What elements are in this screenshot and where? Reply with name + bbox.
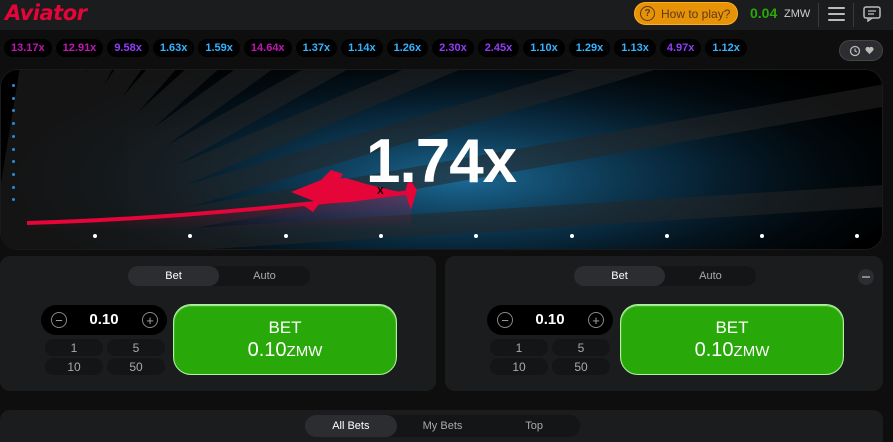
bets-section: All Bets My Bets Top (0, 410, 883, 442)
minus-icon (862, 276, 870, 278)
bet-amount-input[interactable]: 0.10 (513, 311, 587, 328)
history-multiplier[interactable]: 14.64x (243, 39, 292, 57)
history-multiplier[interactable]: 9.58x (107, 39, 149, 57)
quick-amount-50[interactable]: 50 (552, 358, 610, 375)
hamburger-menu-icon[interactable] (828, 7, 845, 22)
history-multiplier[interactable]: 2.45x (477, 39, 520, 57)
bet-amount-input[interactable]: 0.10 (67, 311, 141, 328)
bet-button-amount: 0.10 (694, 339, 734, 361)
game-canvas: X 1.74x (0, 69, 883, 250)
decrease-button[interactable]: − (51, 312, 67, 328)
bet-button-amount: 0.10 (247, 339, 287, 361)
history-clock-icon (849, 45, 860, 56)
history-multiplier[interactable]: 1.14x (341, 39, 383, 57)
increase-button[interactable]: + (588, 312, 604, 328)
bet-button[interactable]: BET 0.10ZMW (620, 304, 844, 375)
history-multiplier[interactable]: 1.12x (705, 39, 747, 57)
bets-tabs: All Bets My Bets Top (305, 415, 580, 437)
bet-button[interactable]: BET 0.10ZMW (173, 304, 397, 375)
bet-panel-2: Bet Auto − 0.10 + 1 5 10 50 BET 0.10ZMW (445, 256, 883, 391)
dropdown-heart-icon (864, 46, 874, 55)
decrease-button[interactable]: − (497, 312, 513, 328)
quick-amount-1[interactable]: 1 (490, 339, 548, 356)
history-multiplier[interactable]: 4.97x (659, 39, 702, 57)
history-multiplier[interactable]: 1.29x (568, 39, 611, 57)
tab-all-bets[interactable]: All Bets (305, 415, 397, 437)
bet-amount-stepper: − 0.10 + (487, 305, 613, 335)
quick-amount-5[interactable]: 5 (552, 339, 610, 356)
bet-button-currency: ZMW (733, 343, 770, 360)
quick-amount-10[interactable]: 10 (490, 358, 548, 375)
quick-amount-5[interactable]: 5 (107, 339, 165, 356)
quick-amount-10[interactable]: 10 (45, 358, 103, 375)
how-to-play-button[interactable]: ? How to play? (634, 2, 738, 25)
history-list: 13.17x 12.91x 9.58x 1.63x 1.59x 14.64x 1.37x 1.… (4, 39, 747, 57)
bet-panel-1: Bet Auto − 0.10 + 1 5 10 50 BET 0.10ZMW (0, 256, 436, 391)
history-multiplier[interactable]: 2.30x (432, 39, 474, 57)
history-multiplier[interactable]: 1.37x (295, 39, 338, 57)
bet-amount-stepper: − 0.10 + (41, 305, 167, 335)
tab-auto[interactable]: Auto (665, 266, 756, 286)
history-multiplier[interactable]: 1.63x (152, 39, 195, 57)
remove-panel-button[interactable] (858, 269, 874, 285)
top-bar: Aviator ? How to play? 0.04 ZMW (0, 0, 893, 30)
history-multiplier[interactable]: 1.59x (198, 39, 240, 57)
bet-mode-tabs: Bet Auto (128, 266, 310, 286)
multiplier-history: 13.17x 12.91x 9.58x 1.63x 1.59x 14.64x 1.37x 1.… (0, 33, 893, 63)
balance-currency: ZMW (784, 8, 811, 20)
aviator-logo: Aviator (5, 1, 87, 25)
history-multiplier[interactable]: 12.91x (55, 39, 104, 57)
tab-top[interactable]: Top (488, 415, 580, 437)
increase-button[interactable]: + (142, 312, 158, 328)
quick-amount-50[interactable]: 50 (107, 358, 165, 375)
history-toggle-button[interactable] (839, 40, 883, 61)
divider (818, 3, 819, 27)
history-multiplier[interactable]: 13.17x (4, 39, 52, 57)
quick-amount-1[interactable]: 1 (45, 339, 103, 356)
history-multiplier[interactable]: 1.26x (386, 39, 429, 57)
divider (853, 3, 854, 27)
chat-icon[interactable] (863, 6, 881, 22)
history-multiplier[interactable]: 1.10x (523, 39, 565, 57)
tab-bet[interactable]: Bet (574, 266, 665, 286)
history-multiplier[interactable]: 1.13x (614, 39, 656, 57)
bet-mode-tabs: Bet Auto (574, 266, 756, 286)
tab-my-bets[interactable]: My Bets (397, 415, 489, 437)
bet-button-currency: ZMW (286, 343, 323, 360)
how-to-play-label: How to play? (661, 6, 731, 21)
bet-button-label: BET (268, 318, 302, 337)
tab-bet[interactable]: Bet (128, 266, 219, 286)
balance-amount: 0.04 (750, 5, 778, 21)
bet-button-label: BET (715, 318, 749, 337)
question-icon: ? (640, 6, 655, 21)
tab-auto[interactable]: Auto (219, 266, 310, 286)
current-multiplier: 1.74x (366, 127, 517, 196)
